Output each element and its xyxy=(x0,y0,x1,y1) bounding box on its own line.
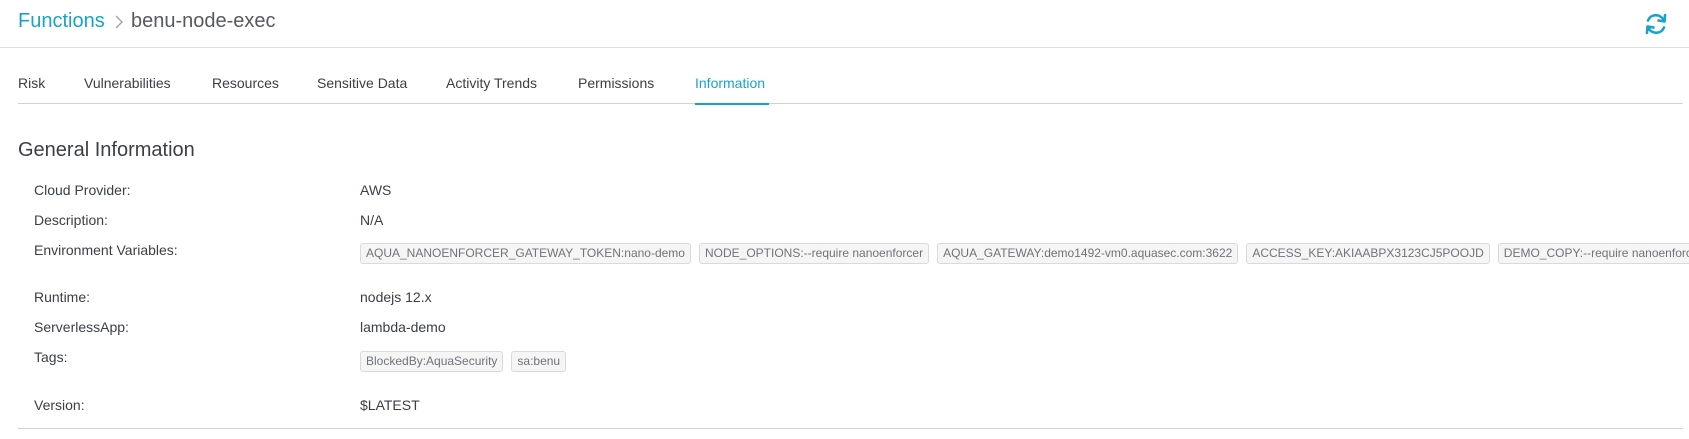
tab-permissions[interactable]: Permissions xyxy=(578,75,654,91)
tab-bar: Risk Vulnerabilities Resources Sensitive… xyxy=(18,48,1683,105)
active-tab-indicator xyxy=(695,103,769,105)
description-value: N/A xyxy=(360,212,384,228)
chevron-right-icon xyxy=(115,15,123,29)
env-var-chip: AQUA_GATEWAY:demo1492-vm0.aquasec.com:36… xyxy=(937,243,1239,264)
version-label: Version: xyxy=(34,397,85,413)
section-divider xyxy=(18,428,1683,429)
tab-vulnerabilities[interactable]: Vulnerabilities xyxy=(84,75,171,91)
page-header: Functions benu-node-exec xyxy=(0,0,1689,48)
env-var-chip: DEMO_COPY:--require nanoenforcer xyxy=(1497,243,1689,264)
env-var-chip: AQUA_NANOENFORCER_GATEWAY_TOKEN:nano-dem… xyxy=(360,243,691,264)
tab-resources[interactable]: Resources xyxy=(212,75,279,91)
tag-chip: BlockedBy:AquaSecurity xyxy=(360,351,504,372)
serverless-app-label: ServerlessApp: xyxy=(34,319,129,335)
tags-label: Tags: xyxy=(34,349,68,365)
breadcrumb-current-function: benu-node-exec xyxy=(131,10,276,32)
tag-chip: sa:benu xyxy=(511,351,567,372)
runtime-label: Runtime: xyxy=(34,289,91,305)
tab-activity-trends[interactable]: Activity Trends xyxy=(446,75,537,91)
environment-variables-list: AQUA_NANOENFORCER_GATEWAY_TOKEN:nano-dem… xyxy=(360,243,1689,264)
tab-sensitive-data[interactable]: Sensitive Data xyxy=(317,75,407,91)
description-label: Description: xyxy=(34,212,108,228)
cloud-provider-value: AWS xyxy=(360,182,392,198)
tags-list: BlockedBy:AquaSecurity sa:benu xyxy=(360,351,567,372)
environment-variables-label: Environment Variables: xyxy=(34,242,178,258)
runtime-value: nodejs 12.x xyxy=(360,289,432,305)
env-var-chip: ACCESS_KEY:AKIAABPX3123CJ5POOJD xyxy=(1246,243,1490,264)
tab-information[interactable]: Information xyxy=(695,75,765,91)
breadcrumb-functions-link[interactable]: Functions xyxy=(18,10,105,33)
section-title: General Information xyxy=(18,139,195,161)
cloud-provider-label: Cloud Provider: xyxy=(34,182,131,198)
version-value: $LATEST xyxy=(360,397,420,413)
tab-risk[interactable]: Risk xyxy=(18,75,45,91)
env-var-chip: NODE_OPTIONS:--require nanoenforcer xyxy=(698,243,930,264)
refresh-icon[interactable] xyxy=(1643,11,1669,37)
serverless-app-value: lambda-demo xyxy=(360,319,446,335)
